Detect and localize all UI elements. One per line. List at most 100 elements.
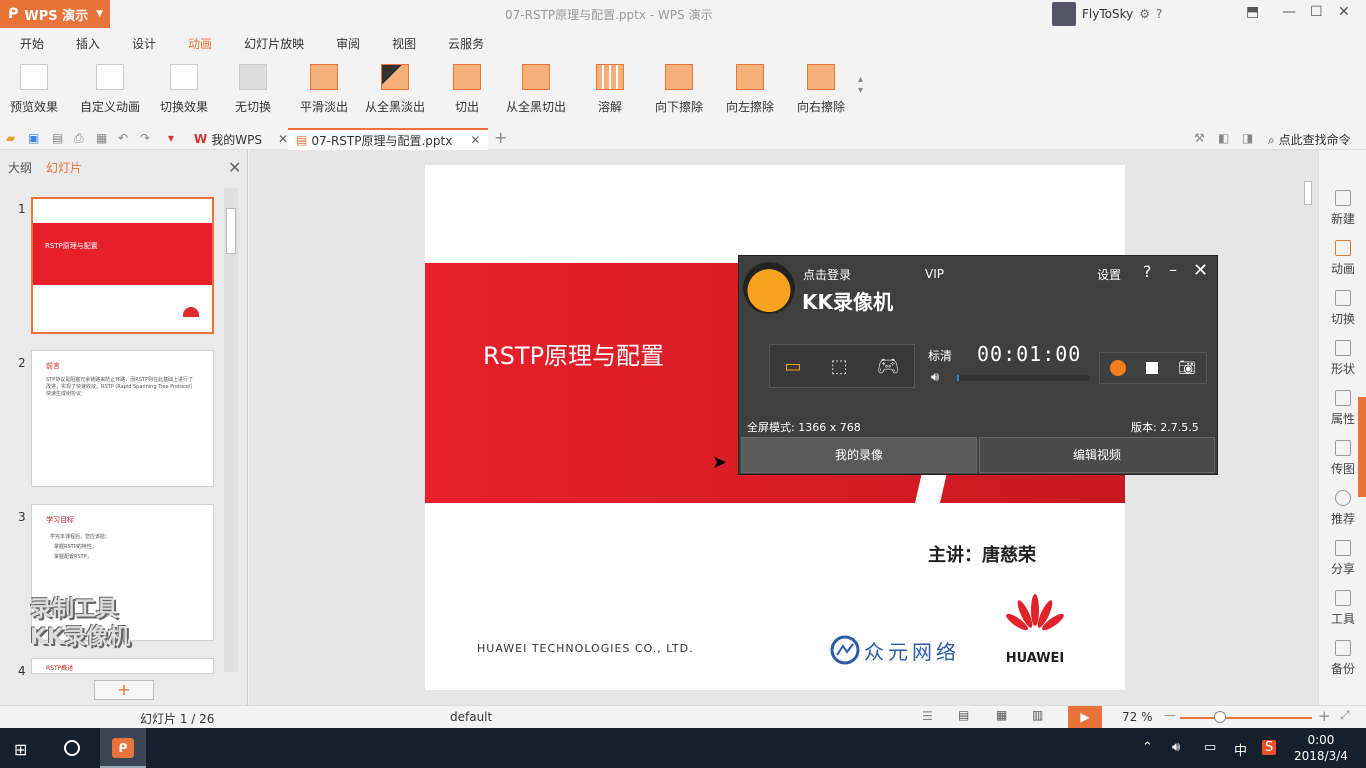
camera-icon[interactable]: 📷︎ <box>1178 360 1196 376</box>
undo-icon[interactable]: ↶ <box>118 131 128 145</box>
network-icon[interactable]: ▭ <box>1204 740 1216 755</box>
ime-indicator[interactable]: 中 <box>1234 740 1247 759</box>
close-icon[interactable]: ✕ <box>470 133 480 147</box>
restore-icon[interactable]: ⬒ <box>1246 4 1259 20</box>
zoom-level[interactable]: 72 % <box>1122 710 1153 724</box>
collapse-icon[interactable]: ◨ <box>1242 131 1253 145</box>
slide-thumbnail[interactable]: RSTP概述 <box>31 658 214 674</box>
zoom-out-icon[interactable]: — <box>1164 708 1176 722</box>
reading-view-icon[interactable]: ▥ <box>1032 708 1043 722</box>
scrollbar-thumb[interactable] <box>1304 181 1312 205</box>
add-slide-button[interactable]: + <box>94 680 154 700</box>
app-menu-button[interactable]: ᑭ WPS 演示 ▼ <box>0 0 110 28</box>
region-mode-icon[interactable]: ⬚ <box>831 356 848 377</box>
play-slideshow-button[interactable]: ▶ <box>1068 706 1102 728</box>
login-link[interactable]: 点击登录 <box>803 266 851 283</box>
sidebar-item-shape[interactable]: 形状 <box>1319 340 1366 377</box>
settings-link[interactable]: 设置 <box>1097 266 1121 283</box>
close-button[interactable]: ✕ <box>1338 4 1350 20</box>
dissolve-button[interactable]: 溶解 <box>596 64 624 115</box>
record-button[interactable] <box>1110 360 1127 376</box>
cut-button[interactable]: 切出 <box>453 64 481 115</box>
skin-icon[interactable]: ⚙ <box>1139 7 1150 21</box>
fit-window-icon[interactable]: ⤢ <box>1340 708 1350 723</box>
tab-review[interactable]: 审阅 <box>326 35 382 52</box>
canvas-scrollbar[interactable] <box>1300 165 1316 685</box>
fullscreen-mode-icon[interactable]: ▭ <box>785 356 802 377</box>
share-icon[interactable]: ◧ <box>1218 131 1229 145</box>
slide-title[interactable]: RSTP原理与配置 <box>483 336 664 371</box>
redo-icon[interactable]: ↷ <box>140 131 150 145</box>
tab-outline[interactable]: 大纲 <box>8 159 32 176</box>
vip-badge[interactable]: VIP <box>925 267 944 281</box>
sidebar-item-share[interactable]: 分享 <box>1319 540 1366 577</box>
slide-thumbnail[interactable]: 前言 STP协议是阻塞冗余链路来防止环路，而RSTP则在此基础上进行了改进，实现… <box>31 350 214 487</box>
quality-selector[interactable]: 标清 <box>928 347 952 364</box>
windows-start-icon[interactable]: ⊞ <box>14 740 27 759</box>
sidebar-item-backup[interactable]: 备份 <box>1319 640 1366 677</box>
system-clock[interactable]: 0:00 2018/3/4 <box>1294 732 1348 764</box>
ribbon-scroll-icon[interactable]: ▴ ▾ <box>858 74 863 96</box>
save-icon[interactable]: ▣ <box>28 131 39 145</box>
presenter-text[interactable]: 主讲：唐慈荣 <box>928 541 1036 567</box>
custom-animation-button[interactable]: 自定义动画 <box>80 64 140 115</box>
my-recordings-button[interactable]: 我的录像 <box>741 437 977 473</box>
edit-video-button[interactable]: 编辑视频 <box>979 437 1215 473</box>
tab-current-document[interactable]: ▤ 07-RSTP原理与配置.pptx ✕ <box>288 128 489 150</box>
tab-start[interactable]: 开始 <box>10 35 66 52</box>
tab-design[interactable]: 设计 <box>122 35 178 52</box>
minimize-button[interactable]: — <box>1282 4 1296 20</box>
transition-effect-button[interactable]: 切换效果 <box>160 64 208 115</box>
brush-icon[interactable]: ⚒ <box>1194 131 1205 145</box>
sidebar-expand-tab[interactable] <box>1358 397 1366 497</box>
wipe-down-button[interactable]: 向下擦除 <box>655 64 703 115</box>
zoom-in-icon[interactable]: + <box>1318 707 1331 725</box>
close-icon[interactable]: ✕ <box>1193 260 1208 281</box>
print-icon[interactable]: ⎙ <box>74 131 84 146</box>
preview-effect-button[interactable]: 预览效果 <box>10 64 58 115</box>
scrollbar[interactable] <box>224 188 238 672</box>
customize-icon[interactable]: ▾ <box>168 131 174 145</box>
open-icon[interactable]: ▰ <box>6 131 15 145</box>
sorter-view-icon[interactable]: ▦ <box>996 708 1007 722</box>
find-command[interactable]: ⌕ 点此查找命令 <box>1268 131 1351 148</box>
close-icon[interactable]: ✕ <box>278 132 288 146</box>
minimize-icon[interactable]: – <box>1169 260 1177 279</box>
tab-cloud[interactable]: 云服务 <box>438 35 506 52</box>
zoom-slider-thumb[interactable] <box>1213 711 1226 723</box>
sidebar-item-transition[interactable]: 切换 <box>1319 290 1366 327</box>
tab-slides[interactable]: 幻灯片 <box>46 159 82 176</box>
volume-icon[interactable]: 🔊︎ <box>931 370 939 385</box>
user-account[interactable]: FlyToSky ⚙ ? <box>1052 2 1162 26</box>
game-mode-icon[interactable]: 🎮︎ <box>877 356 900 377</box>
print-preview-icon[interactable]: ▦ <box>96 131 107 145</box>
help-icon[interactable]: ? <box>1143 262 1152 281</box>
wipe-left-button[interactable]: 向左擦除 <box>726 64 774 115</box>
tab-animation[interactable]: 动画 <box>178 35 234 52</box>
zoom-slider[interactable] <box>1180 717 1312 719</box>
wipe-right-button[interactable]: 向右擦除 <box>797 64 845 115</box>
tab-insert[interactable]: 插入 <box>66 35 122 52</box>
taskbar-wps-button[interactable]: ᑭ <box>100 728 146 768</box>
sidebar-item-tools[interactable]: 工具 <box>1319 590 1366 627</box>
tab-slideshow[interactable]: 幻灯片放映 <box>234 35 326 52</box>
stop-button[interactable] <box>1146 362 1159 374</box>
volume-icon[interactable]: 🔊︎ <box>1172 740 1180 755</box>
notes-icon[interactable]: ☰ <box>922 709 933 723</box>
scrollbar-thumb[interactable] <box>226 208 236 254</box>
normal-view-icon[interactable]: ▤ <box>958 708 969 722</box>
help-icon[interactable]: ? <box>1156 7 1162 21</box>
no-transition-button[interactable]: 无切换 <box>235 64 271 115</box>
fade-black-button[interactable]: 从全黑淡出 <box>365 64 425 115</box>
tab-view[interactable]: 视图 <box>382 35 438 52</box>
slide-thumbnail[interactable]: RSTP原理与配置 <box>31 197 214 334</box>
company-footer[interactable]: HUAWEI TECHNOLOGIES CO., LTD. <box>477 642 694 655</box>
sidebar-item-new[interactable]: 新建 <box>1319 190 1366 227</box>
maximize-button[interactable]: ☐ <box>1310 4 1323 20</box>
sogou-icon[interactable]: S <box>1262 740 1277 755</box>
new-tab-icon[interactable]: + <box>494 128 507 147</box>
sidebar-item-animation[interactable]: 动画 <box>1319 240 1366 277</box>
tray-expand-icon[interactable]: ⌃ <box>1142 740 1153 755</box>
export-icon[interactable]: ▤ <box>52 131 63 145</box>
fade-smooth-button[interactable]: 平滑淡出 <box>300 64 348 115</box>
